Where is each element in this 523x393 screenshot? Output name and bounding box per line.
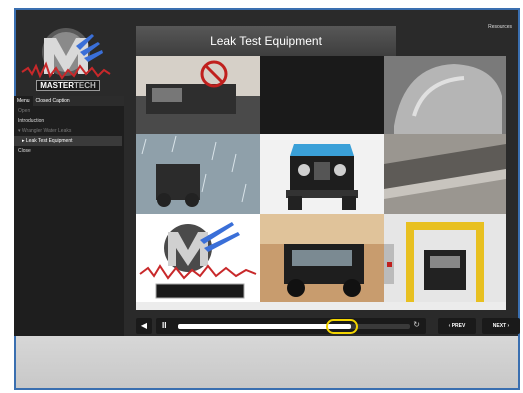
next-button[interactable]: NEXT › bbox=[482, 318, 520, 334]
logo-word-tech: TECH bbox=[74, 81, 96, 90]
bottom-panel bbox=[14, 336, 520, 390]
progress-scrubber[interactable] bbox=[333, 324, 352, 329]
image-dark-panel bbox=[260, 56, 384, 134]
prev-button[interactable]: ‹ PREV bbox=[438, 318, 476, 334]
image-jeep-rain bbox=[136, 134, 260, 214]
menu-item-wrangler-water-leaks[interactable]: ▾ Wrangler Water Leaks bbox=[14, 126, 124, 136]
tab-menu[interactable]: Menu bbox=[14, 96, 33, 106]
image-car-wash-bay bbox=[384, 214, 506, 302]
progress-scrubber-highlight[interactable] bbox=[326, 319, 359, 334]
image-mastertech-logo-large bbox=[136, 214, 260, 302]
resources-link[interactable]: Resources bbox=[488, 24, 512, 30]
sidebar-tabs: Menu Closed Caption bbox=[14, 96, 124, 106]
menu-item-introduction[interactable]: Introduction bbox=[14, 116, 124, 126]
image-jeep-no-entry bbox=[136, 56, 260, 134]
progress-track[interactable] bbox=[178, 319, 410, 334]
slide-image-collage bbox=[136, 56, 506, 302]
volume-button[interactable]: ◀ bbox=[136, 318, 152, 334]
logo-word-master: MASTER bbox=[40, 81, 74, 90]
replay-icon[interactable]: ↻ bbox=[413, 320, 420, 329]
pause-icon[interactable]: II bbox=[162, 321, 166, 330]
logo-wordmark: MASTERTECH bbox=[36, 80, 100, 91]
image-jeep-car-wash bbox=[260, 214, 384, 302]
speaker-icon: ◀ bbox=[140, 321, 148, 330]
image-jeep-front-highlight bbox=[260, 134, 384, 214]
player-controls: ◀ II ↻ ‹ PREV NEXT › bbox=[136, 318, 520, 336]
playback-bar: II ↻ bbox=[156, 318, 426, 334]
image-seat-cover bbox=[384, 56, 506, 134]
slide-title: Leak Test Equipment bbox=[136, 26, 396, 56]
course-sidebar: Menu Closed Caption Open Introduction ▾ … bbox=[14, 96, 124, 342]
progress-fill bbox=[178, 324, 341, 329]
tab-closed-caption[interactable]: Closed Caption bbox=[33, 96, 73, 106]
menu-item-open[interactable]: Open bbox=[14, 106, 124, 116]
menu-item-close[interactable]: Close bbox=[14, 146, 124, 156]
image-door-seal bbox=[384, 134, 506, 214]
menu-item-leak-test-equipment[interactable]: ▸ Leak Test Equipment bbox=[14, 136, 122, 146]
slide-bottom-strip bbox=[136, 302, 506, 310]
